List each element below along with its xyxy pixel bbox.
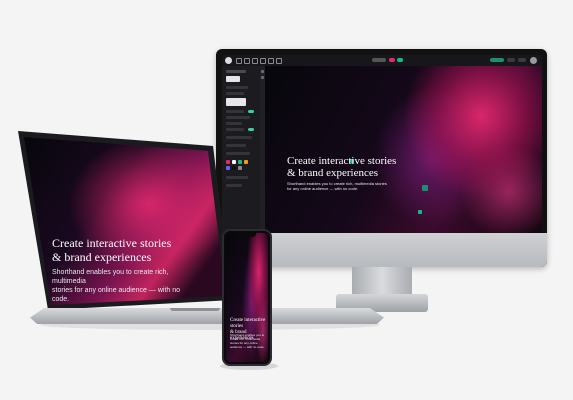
subtext-line: stories for any online audience — with n… <box>52 287 181 303</box>
phone-notch <box>238 233 256 237</box>
headline-line: & brand experiences <box>52 250 152 264</box>
laptop-notch <box>170 308 220 311</box>
laptop-subtext: Shorthand enables you to create rich, mu… <box>52 268 192 304</box>
laptop-headline: Create interactive stories & brand exper… <box>52 236 222 264</box>
subtext-line: Shorthand enables you to create rich, mu… <box>52 269 169 285</box>
headline-line: Create interactive stories <box>52 236 172 250</box>
headline-line: Create interactive stories <box>230 318 266 329</box>
laptop-lid <box>18 131 232 310</box>
phone-subtext: Shorthand enables you to create rich, mu… <box>230 333 265 349</box>
devices-mockup: Create interactive stories & brand exper… <box>0 0 573 400</box>
